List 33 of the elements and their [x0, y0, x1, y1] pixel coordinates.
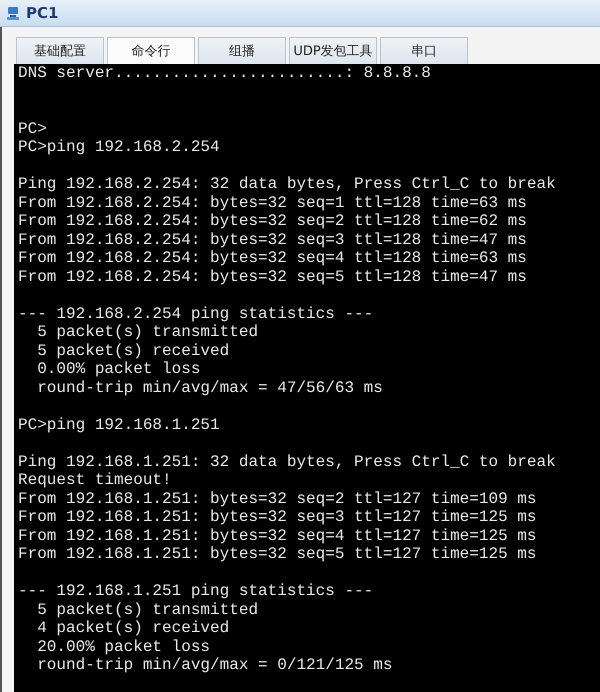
tab[interactable]: 组播	[198, 37, 286, 64]
terminal-line: 5 packet(s) transmitted	[36, 600, 260, 619]
terminal-line: 4 packet(s) received	[36, 619, 230, 638]
terminal-line: From 192.168.1.251: bytes=32 seq=3 ttl=127 time=125 ms	[18, 508, 538, 526]
terminal-line: round-trip min/avg/max = 0/121/125 ms	[36, 656, 394, 674]
tab[interactable]: UDP发包工具	[289, 37, 377, 64]
terminal-line: From 192.168.2.254: bytes=32 seq=1 ttl=128 time=63 ms	[18, 194, 528, 212]
terminal-line: Request timeout!	[18, 471, 173, 490]
terminal-line: Ping 192.168.2.254: 32 data bytes, Press Ctrl_C to break	[18, 175, 557, 194]
computer-icon	[6, 5, 22, 21]
tab[interactable]: 串口	[380, 37, 468, 64]
terminal-line: --- 192.168.2.254 ping statistics ---	[18, 304, 374, 323]
terminal-line: round-trip min/avg/max = 47/56/63 ms	[36, 378, 384, 397]
tab[interactable]: 命令行	[107, 37, 195, 64]
terminal-line: Ping 192.168.1.251: 32 data bytes, Press Ctrl_C to break	[18, 452, 557, 471]
terminal-line: PC>ping 192.168.1.251	[18, 416, 221, 434]
terminal-line: From 192.168.2.254: bytes=32 seq=5 ttl=128 time=47 ms	[18, 268, 528, 286]
terminal-line: --- 192.168.1.251 ping statistics ---	[18, 582, 374, 600]
terminal-line: PC>ping 192.168.2.254	[18, 138, 221, 156]
window-title: PC1	[26, 4, 58, 22]
terminal-line: PC>	[18, 120, 48, 138]
terminal-line: 0.00% packet loss	[36, 360, 202, 378]
tab[interactable]: 基础配置	[16, 37, 104, 64]
terminal-line: From 192.168.1.251: bytes=32 seq=5 ttl=127 time=125 ms	[18, 545, 538, 564]
terminal-line: 5 packet(s) transmitted	[36, 323, 260, 342]
terminal-line: 5 packet(s) received	[36, 342, 230, 360]
terminal-line: From 192.168.2.254: bytes=32 seq=3 ttl=128 time=47 ms	[18, 230, 528, 249]
terminal-line: From 192.168.2.254: bytes=32 seq=4 ttl=128 time=63 ms	[18, 249, 528, 268]
terminal-line: From 192.168.2.254: bytes=32 seq=2 ttl=128 time=62 ms	[18, 212, 528, 230]
terminal-line: 20.00% packet loss	[36, 638, 212, 656]
terminal-line: DNS server........................: 8.8.8.8	[18, 64, 432, 82]
terminal-line: From 192.168.1.251: bytes=32 seq=2 ttl=127 time=109 ms	[18, 490, 538, 508]
terminal-line: From 192.168.1.251: bytes=32 seq=4 ttl=127 time=125 ms	[18, 526, 538, 545]
